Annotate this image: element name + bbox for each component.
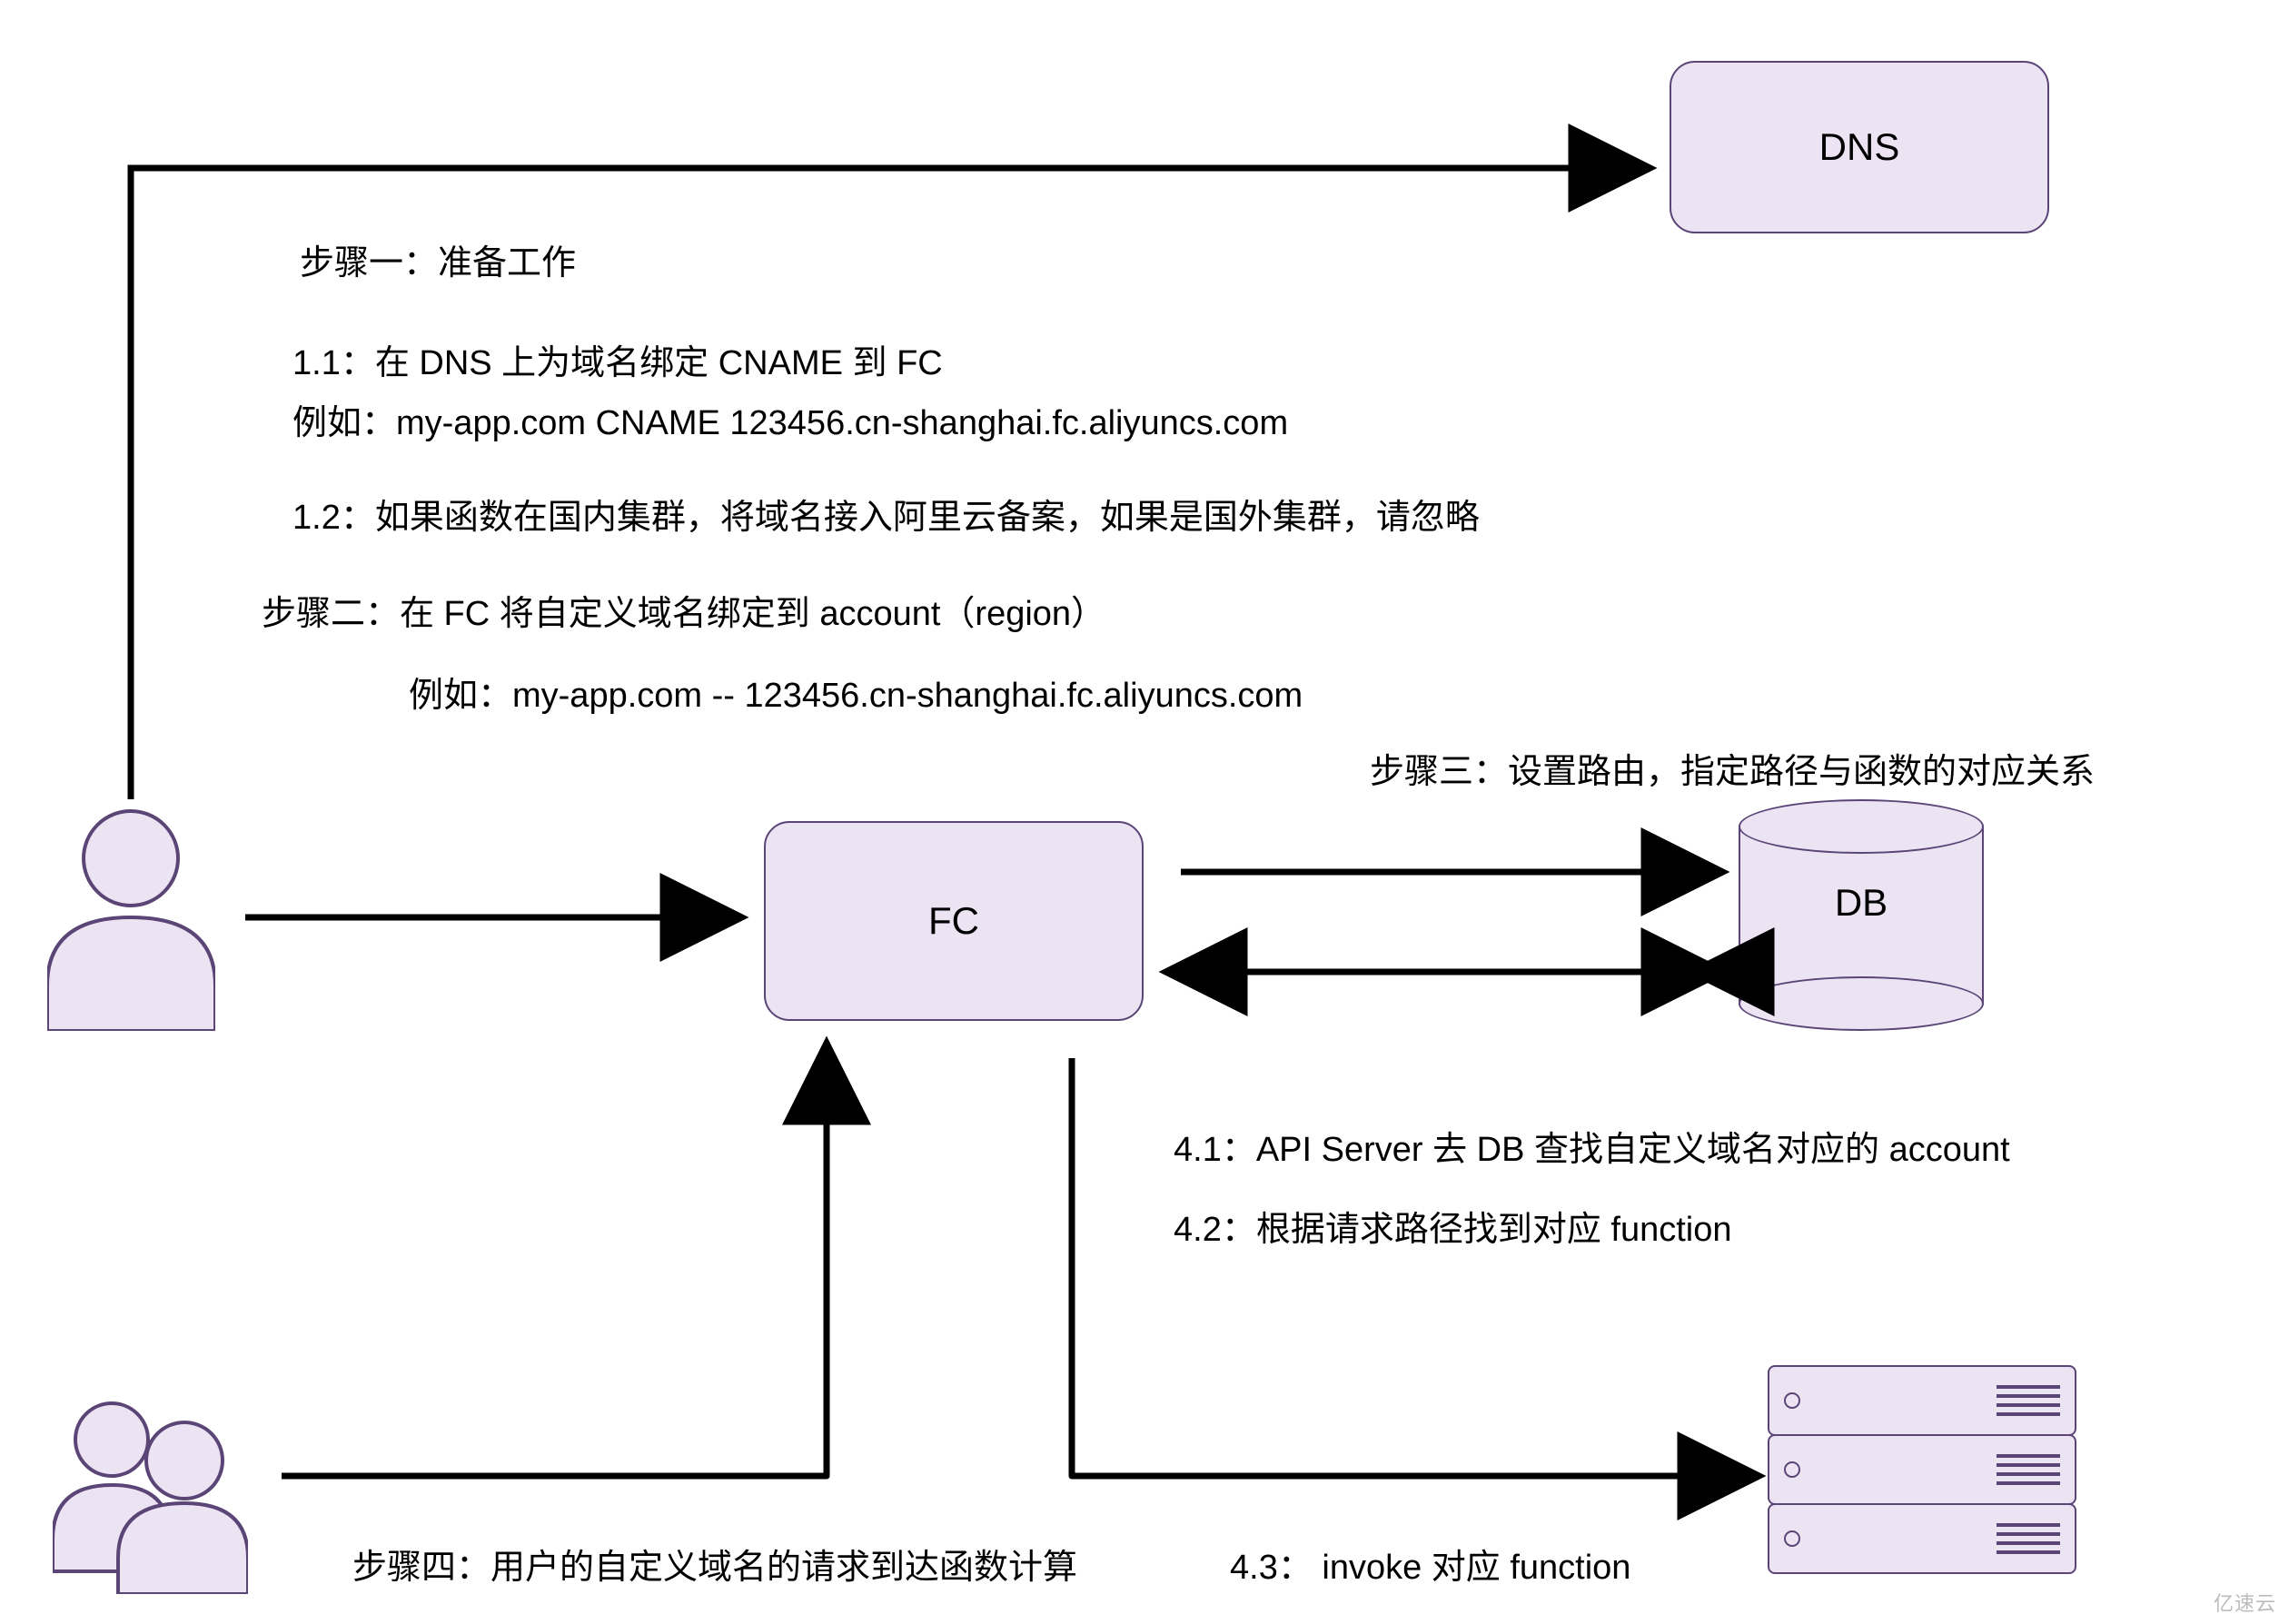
node-dns: DNS bbox=[1670, 61, 2049, 233]
admin-person-icon bbox=[47, 808, 215, 1031]
step1-2: 1.2：如果函数在国内集群，将域名接入阿里云备案，如果是国外集群，请忽略 bbox=[292, 489, 1480, 539]
step1-1-example: 例如：my-app.com CNAME 123456.cn-shanghai.f… bbox=[292, 394, 1288, 444]
server-unit bbox=[1768, 1503, 2076, 1574]
server-unit bbox=[1768, 1365, 2076, 1436]
step4-title: 步骤四：用户的自定义域名的请求到达函数计算 bbox=[352, 1539, 1077, 1589]
users-group-icon bbox=[53, 1399, 248, 1594]
arrow-users-to-fc bbox=[282, 1058, 827, 1476]
step3-title: 步骤三：设置路由，指定路径与函数的对应关系 bbox=[1370, 743, 2095, 793]
step2-example: 例如：my-app.com -- 123456.cn-shanghai.fc.a… bbox=[409, 667, 1303, 717]
step1-1: 1.1：在 DNS 上为域名绑定 CNAME 到 FC bbox=[292, 334, 943, 384]
node-db-label: DB bbox=[1739, 881, 1984, 925]
step2-title: 步骤二：在 FC 将自定义域名绑定到 account（region） bbox=[262, 585, 1105, 635]
node-db: DB bbox=[1739, 799, 1984, 1031]
diagram-canvas: DNS FC DB bbox=[0, 0, 2289, 1624]
watermark: 亿速云 bbox=[2214, 1588, 2276, 1617]
node-dns-label: DNS bbox=[1819, 125, 1900, 169]
node-fc: FC bbox=[764, 821, 1144, 1021]
step4-2: 4.2：根据请求路径找到对应 function bbox=[1174, 1201, 1731, 1251]
step4-3: 4.3： invoke 对应 function bbox=[1230, 1539, 1630, 1589]
node-fc-label: FC bbox=[928, 899, 979, 943]
server-stack bbox=[1768, 1367, 2076, 1574]
server-unit bbox=[1768, 1434, 2076, 1505]
step4-1: 4.1：API Server 去 DB 查找自定义域名对应的 account bbox=[1174, 1121, 2010, 1171]
step1-title: 步骤一：准备工作 bbox=[300, 234, 576, 284]
